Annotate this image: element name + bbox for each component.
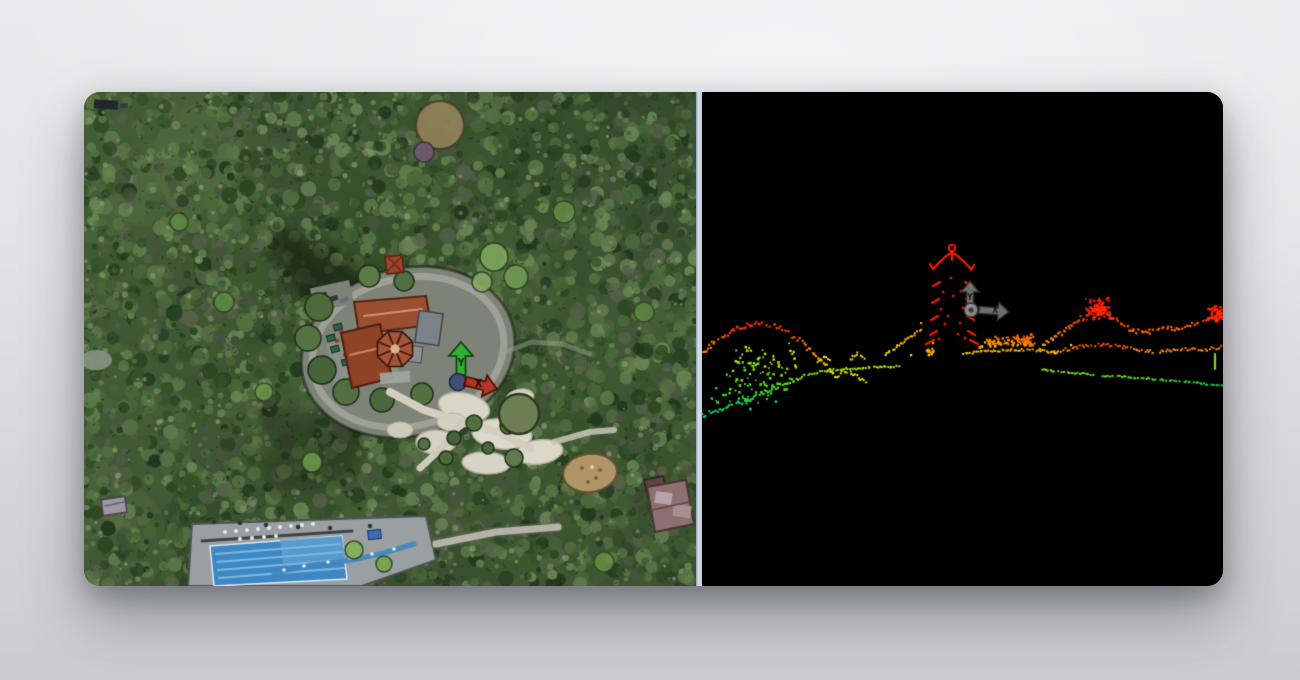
desktop-background: Y X Y X	[0, 0, 1300, 680]
orthophoto-panel: Y X	[84, 92, 696, 586]
elevation-profile-canvas[interactable]	[702, 92, 1223, 586]
orthophoto-view-canvas[interactable]	[84, 92, 696, 586]
profile-panel: Y X	[702, 92, 1223, 586]
pointcloud-viewer-window: Y X Y X	[84, 92, 1223, 586]
profile-translate-gizmo[interactable]: Y X	[954, 275, 1016, 325]
map-translate-gizmo[interactable]: Y X	[444, 334, 508, 400]
